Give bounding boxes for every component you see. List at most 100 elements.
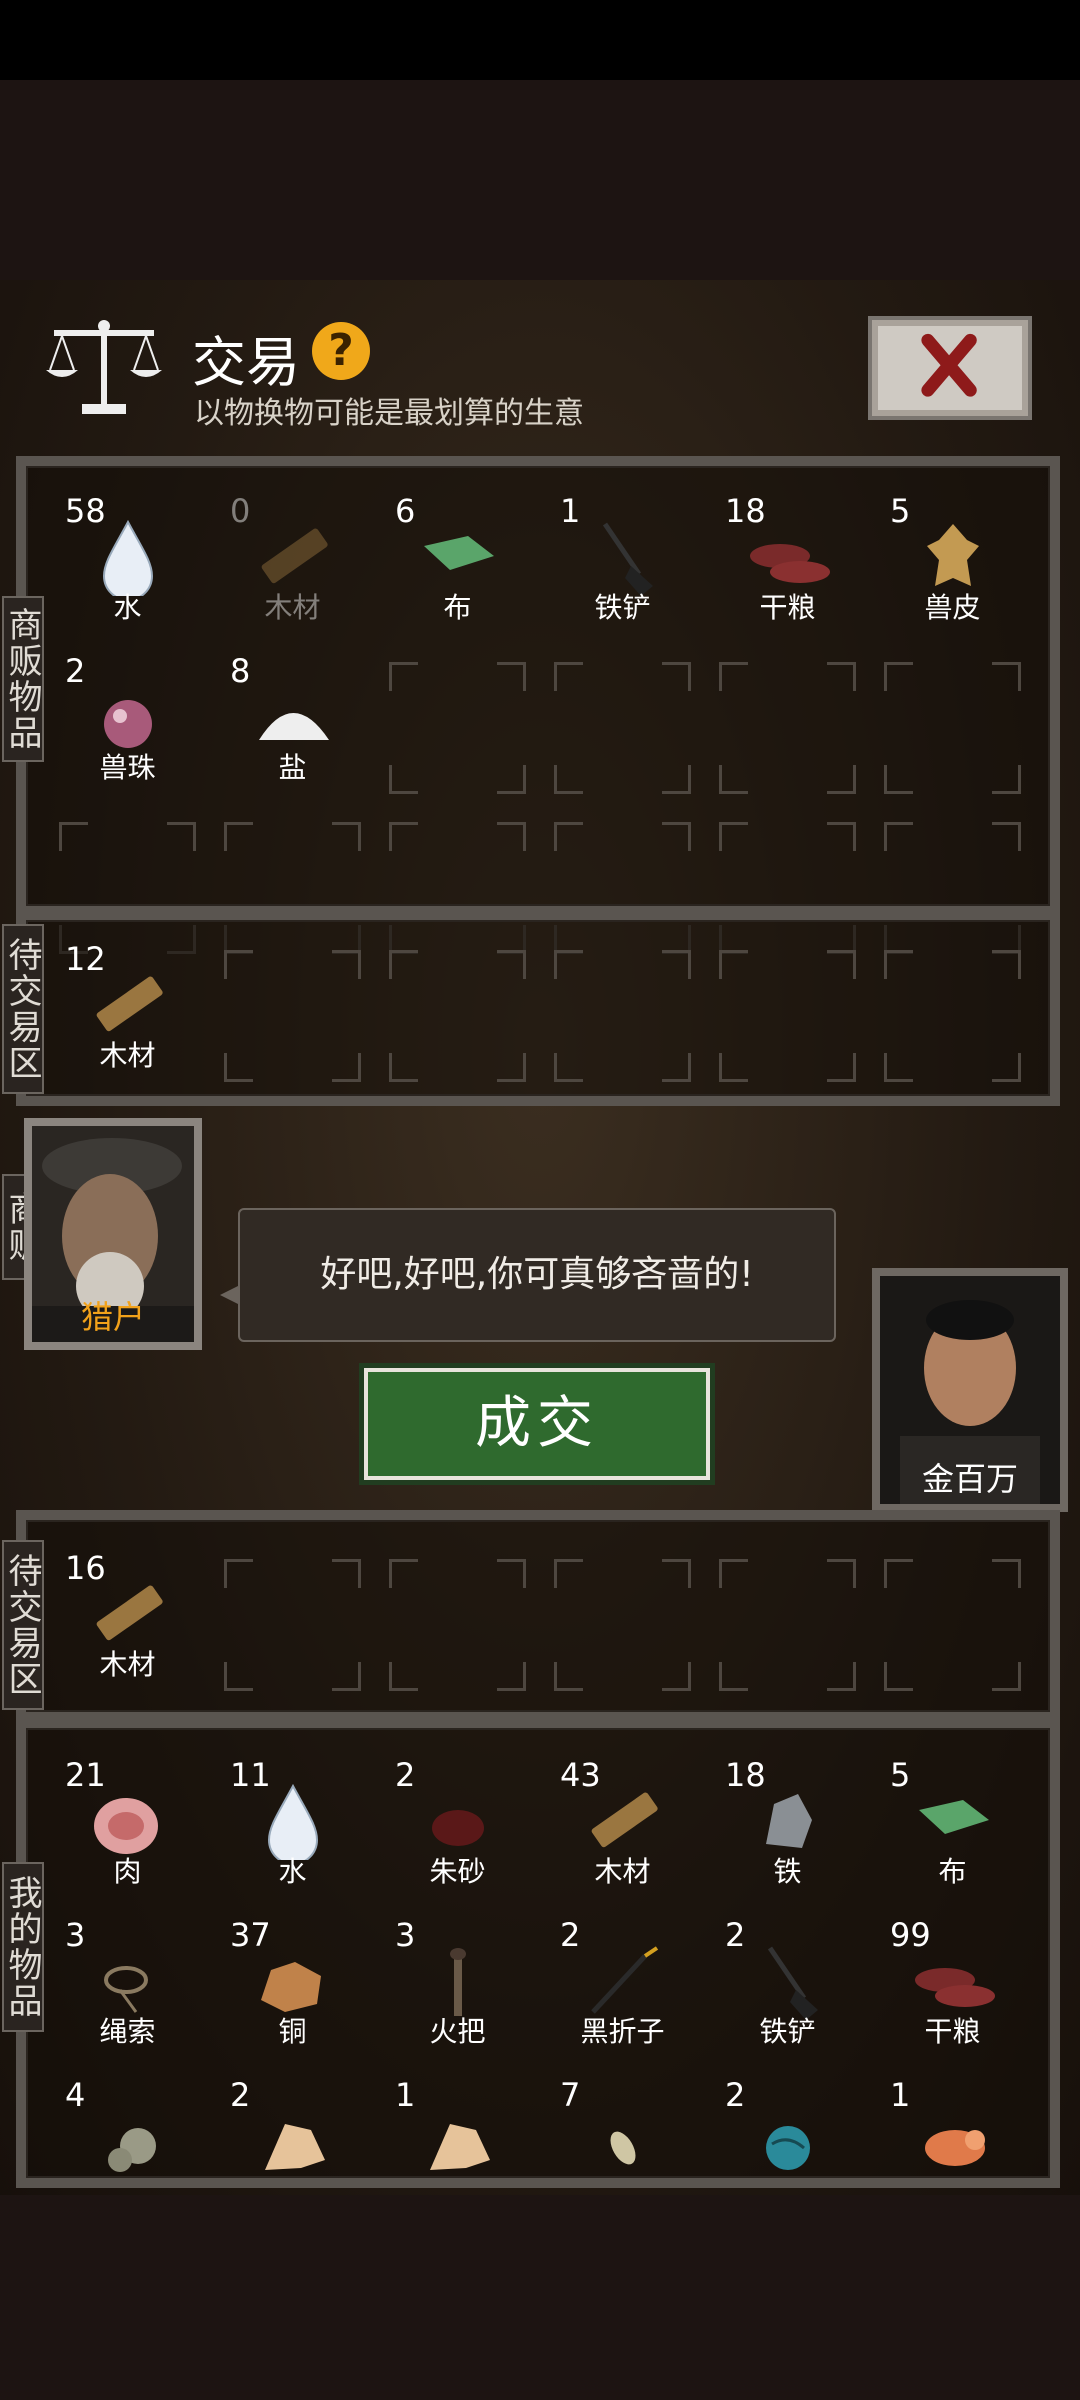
item-count: 7 xyxy=(560,2076,581,2114)
slot-corner xyxy=(389,1662,418,1691)
item-slot[interactable]: 5 兽皮 xyxy=(870,488,1035,648)
slot-corner xyxy=(497,950,526,979)
item-slot[interactable]: 3 绳索 xyxy=(45,1912,210,2072)
item-name: 火把 xyxy=(429,2015,486,2048)
slot-corner xyxy=(332,1559,361,1588)
deal-button[interactable]: 成交 xyxy=(364,1368,710,1480)
item-slot[interactable]: 1 xyxy=(375,2072,540,2232)
item-count: 4 xyxy=(65,2076,86,2114)
slot-corner xyxy=(497,1559,526,1588)
scale-icon xyxy=(46,320,162,414)
item-slot[interactable]: 99 干粮 xyxy=(870,1912,1035,2072)
slot-corner xyxy=(59,822,88,851)
item-slot[interactable]: 2 xyxy=(705,2072,870,2232)
item-slot[interactable]: 2 黑折子 xyxy=(540,1912,705,2072)
empty-slot[interactable] xyxy=(210,936,375,1096)
empty-slot[interactable] xyxy=(705,648,870,808)
item-count: 1 xyxy=(560,492,581,530)
slot-corner xyxy=(389,1053,418,1082)
empty-slot[interactable] xyxy=(375,648,540,808)
slot-corner xyxy=(224,950,253,979)
item-slot[interactable]: 8盐 xyxy=(210,648,375,808)
slot-corner xyxy=(389,662,418,691)
item-slot[interactable]: 12 木材 xyxy=(45,936,210,1096)
slot-corner xyxy=(224,1559,253,1588)
item-slot[interactable]: 7 xyxy=(540,2072,705,2232)
item-slot[interactable]: 1 xyxy=(870,2072,1035,2232)
item-count: 2 xyxy=(65,652,86,690)
top-backdrop xyxy=(0,80,1080,280)
slot-corner xyxy=(497,822,526,851)
item-name: 兽皮 xyxy=(924,591,981,624)
empty-slot[interactable] xyxy=(705,936,870,1096)
item-count: 6 xyxy=(395,492,416,530)
empty-slot[interactable] xyxy=(210,1545,375,1705)
item-slot[interactable]: 2 朱砂 xyxy=(375,1752,540,1912)
item-slot[interactable]: 18 铁 xyxy=(705,1752,870,1912)
empty-slot[interactable] xyxy=(540,1545,705,1705)
empty-slot[interactable] xyxy=(375,1545,540,1705)
item-slot[interactable]: 5布 xyxy=(870,1752,1035,1912)
gourd-icon xyxy=(107,2128,156,2172)
slot-corner xyxy=(992,822,1021,851)
item-slot[interactable]: 43 木材 xyxy=(540,1752,705,1912)
empty-slot[interactable] xyxy=(870,648,1035,808)
slot-corner xyxy=(224,822,253,851)
item-name: 铁 xyxy=(773,1855,802,1888)
slot-corner xyxy=(884,822,913,851)
empty-slot[interactable] xyxy=(870,1545,1035,1705)
status-bar xyxy=(0,0,1080,80)
close-button[interactable] xyxy=(868,316,1032,420)
item-slot[interactable]: 18 干粮 xyxy=(705,488,870,648)
merchant-items-label: 商贩物品 xyxy=(2,596,44,762)
slot-corner xyxy=(497,1662,526,1691)
empty-slot[interactable] xyxy=(375,936,540,1096)
slot-corner xyxy=(884,1662,913,1691)
wood-plank-icon xyxy=(261,528,328,584)
amber-carving-icon xyxy=(924,2130,985,2166)
beast-pearl-icon xyxy=(103,700,152,748)
item-slot[interactable]: 2 xyxy=(210,2072,375,2232)
page-subtitle: 以物换物可能是最划算的生意 xyxy=(194,396,584,431)
item-slot[interactable]: 6布 xyxy=(375,488,540,648)
item-slot[interactable]: 4 xyxy=(45,2072,210,2232)
item-slot[interactable]: 37 铜 xyxy=(210,1912,375,2072)
player-pending-label: 待交易区 xyxy=(2,1540,44,1710)
item-name: 干粮 xyxy=(759,591,816,624)
slot-corner xyxy=(497,765,526,794)
item-slot[interactable]: 58 水 xyxy=(45,488,210,648)
empty-slot[interactable] xyxy=(870,936,1035,1096)
player-name: 金百万 xyxy=(921,1460,1018,1498)
shovel-icon xyxy=(767,1946,818,2020)
item-slot[interactable]: 21 肉 xyxy=(45,1752,210,1912)
item-slot[interactable]: 2 铁铲 xyxy=(705,1912,870,2072)
item-count: 3 xyxy=(65,1916,86,1954)
player-items-grid: 21 肉 11 水 2 朱砂 43 木材 18 铁 5 布 3 绳索 37 铜 3 火把 2 黑折子 2 铁铲 99 干粮 4 2… xyxy=(45,1752,1035,2192)
cloth-icon xyxy=(423,536,494,570)
item-slot[interactable]: 11 水 xyxy=(210,1752,375,1912)
item-name: 木材 xyxy=(99,1039,156,1072)
item-name: 黑折子 xyxy=(580,2015,665,2048)
item-count: 99 xyxy=(890,1916,931,1954)
slot-corner xyxy=(662,1662,691,1691)
help-button[interactable]: ? xyxy=(312,322,370,380)
slot-corner xyxy=(719,765,748,794)
empty-slot[interactable] xyxy=(540,936,705,1096)
slot-corner xyxy=(884,1053,913,1082)
item-slot[interactable]: 3 火把 xyxy=(375,1912,540,2072)
item-slot[interactable]: 16 木材 xyxy=(45,1545,210,1705)
empty-slot[interactable] xyxy=(540,648,705,808)
merchant-name: 猎户 xyxy=(80,1298,145,1336)
empty-slot[interactable] xyxy=(705,1545,870,1705)
item-count: 5 xyxy=(890,492,911,530)
slot-corner xyxy=(827,765,856,794)
slot-corner xyxy=(884,765,913,794)
item-name: 木材 xyxy=(99,1648,156,1681)
item-slot[interactable]: 1 铁铲 xyxy=(540,488,705,648)
item-count: 2 xyxy=(560,1916,581,1954)
player-items-label: 我的物品 xyxy=(2,1862,44,2032)
item-name: 肉 xyxy=(113,1855,142,1888)
item-slot[interactable]: 0 木材 xyxy=(210,488,375,648)
item-slot[interactable]: 2 兽珠 xyxy=(45,648,210,808)
player-pending-grid: 16 木材 xyxy=(45,1545,1035,1710)
